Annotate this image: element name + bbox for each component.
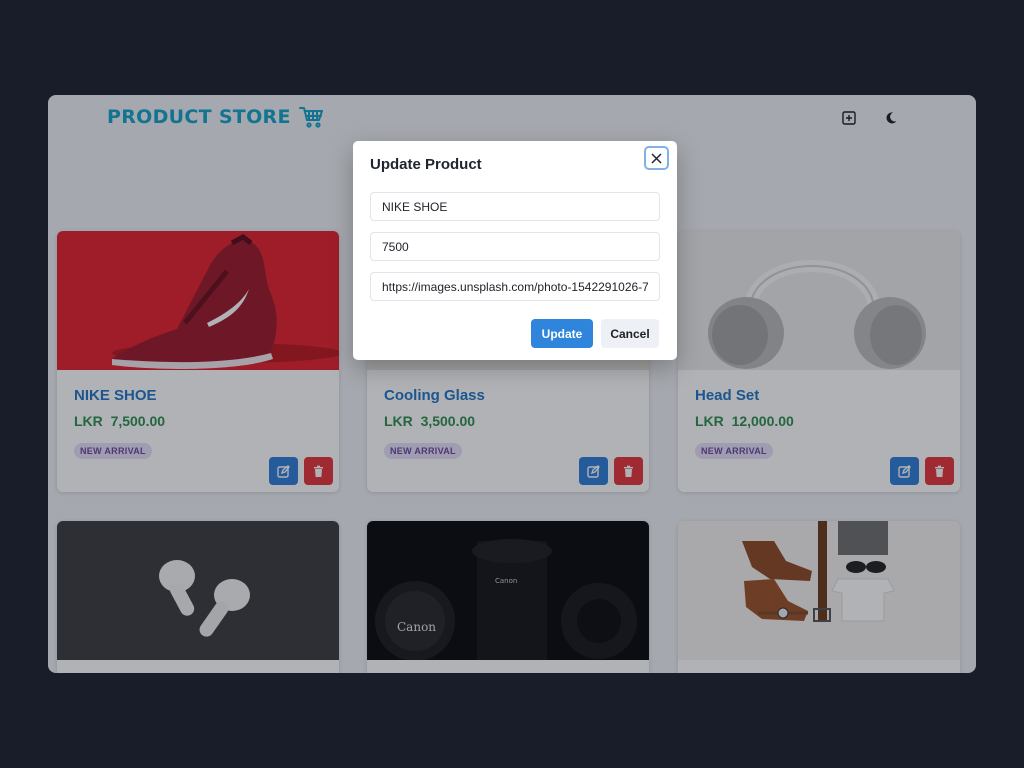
modal-title: Update Product: [370, 156, 482, 173]
update-button[interactable]: Update: [531, 319, 593, 348]
product-price-field[interactable]: [370, 232, 660, 261]
modal-close-button[interactable]: [644, 146, 669, 170]
cancel-button[interactable]: Cancel: [601, 319, 659, 348]
close-icon: [651, 152, 662, 164]
update-product-modal: Update Product Update Cancel: [353, 141, 677, 360]
product-name-field[interactable]: [370, 192, 660, 221]
product-image-url-field[interactable]: [370, 272, 660, 301]
